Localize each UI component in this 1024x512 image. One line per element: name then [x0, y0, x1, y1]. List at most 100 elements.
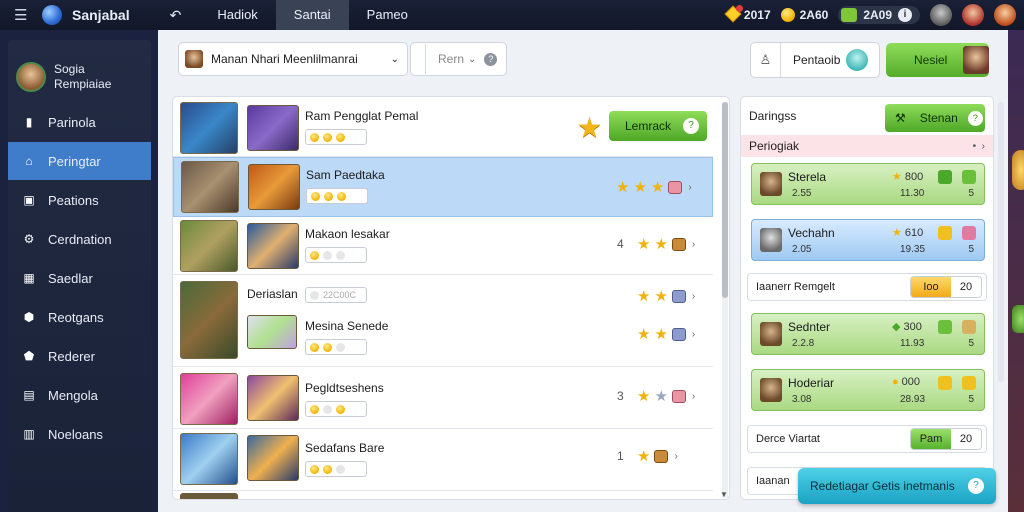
- top-bar: ☰ Sanjabal ↶ Hadiok Santai Pameo 2017 2A…: [0, 0, 1024, 30]
- coin-counter[interactable]: 2A60: [780, 8, 828, 22]
- app-title: Sanjabal: [72, 7, 130, 23]
- option-row: Derce Viartat Pam 20: [747, 425, 987, 453]
- rating: ★ ★ ›: [637, 388, 696, 405]
- list-item[interactable]: Pegldtseshens 3 ★ ★ ›: [173, 367, 713, 429]
- tab-hadiok[interactable]: Hadiok: [199, 0, 275, 30]
- notification-toast[interactable]: Redetiagar Getis inetmanis ?: [798, 468, 996, 504]
- decor-orb: [1012, 305, 1024, 333]
- favorite-star-icon[interactable]: ★: [577, 111, 602, 144]
- reward-card[interactable]: Sednter 2.2.8 ◆ 300 11.93 5: [751, 313, 985, 355]
- level-number: 1: [617, 449, 624, 463]
- tool-icon: [760, 228, 782, 252]
- panel-action-button[interactable]: ⚒ Stenan ?: [885, 104, 985, 132]
- next-button[interactable]: Nesiel: [886, 43, 989, 77]
- gem-icon: ◆: [892, 321, 901, 333]
- sidebar-item-peringtar[interactable]: ⌂ Peringtar: [8, 142, 151, 180]
- reward-card[interactable]: Vechahn 2.05 ★ 610 19.35 5: [751, 219, 985, 261]
- sidebar-item-peations[interactable]: ▣ Peations: [8, 181, 151, 219]
- friend-avatar-1[interactable]: [930, 4, 952, 26]
- list-item[interactable]: Ram Pengglat Pemal ★ Lemrack ?: [173, 97, 713, 157]
- sidebar-item-reotgans[interactable]: ⬢ Reotgans: [8, 298, 151, 336]
- chevron-down-icon[interactable]: ⌄: [391, 54, 399, 65]
- tab-santai[interactable]: Santai: [275, 0, 349, 30]
- info-icon[interactable]: i: [898, 8, 912, 22]
- toggle[interactable]: Pam 20: [910, 428, 982, 450]
- star-icon: ★: [654, 288, 668, 305]
- toggle[interactable]: Ioo 20: [910, 276, 982, 298]
- star-icon: ★: [637, 448, 651, 465]
- star-icon: ★: [633, 179, 647, 196]
- reward-pill: [306, 188, 368, 204]
- menu-icon[interactable]: ☰: [14, 6, 36, 24]
- list-item[interactable]: Makaon lesakar 4 ★ ★ ›: [173, 217, 713, 275]
- reward-pill: [305, 247, 367, 263]
- list-item[interactable]: Sedafans Bare 1 ★ ›: [173, 429, 713, 491]
- search-input[interactable]: Manan Nhari Meenlilmanrai ⌄: [178, 42, 408, 76]
- reward-card[interactable]: Hoderiar 3.08 ● 000 28.93 5: [751, 369, 985, 411]
- quest-title: Mesina Senede: [305, 319, 389, 333]
- hero-card: [247, 435, 299, 481]
- sidebar-item-saedlar[interactable]: ▦ Saedlar: [8, 259, 151, 297]
- reward-amount: ★ 800: [892, 170, 924, 184]
- list-item[interactable]: Sam Paedtaka ★ ★ ★ ›: [173, 157, 713, 217]
- quest-title: Ram Pengglat Pemal: [305, 109, 419, 123]
- tab-pameo[interactable]: Pameo: [349, 0, 426, 30]
- friend-avatar-2[interactable]: [962, 4, 984, 26]
- sidebar-item-cerdnation[interactable]: ⚙ Cerdnation: [8, 220, 151, 258]
- back-icon[interactable]: ↶: [170, 7, 182, 24]
- sidebar-item-mengola[interactable]: ▤ Mengola: [8, 376, 151, 414]
- avatar: [846, 49, 869, 71]
- quest-title: Deriaslan: [247, 287, 298, 301]
- filter-select[interactable]: Rern ⌄ ?: [410, 42, 507, 76]
- star-icon: [962, 376, 976, 390]
- partner-button[interactable]: ♙ Pentaoib: [750, 42, 880, 78]
- scroll-down-icon[interactable]: ▼: [720, 490, 728, 499]
- list-item[interactable]: Deriaslan 22C00C ★ ★ › Mesina Senede ★ ★ ›: [173, 275, 713, 367]
- profile[interactable]: Sogia Rempiaiae: [8, 40, 151, 102]
- launch-button[interactable]: Lemrack ?: [609, 111, 707, 141]
- level-number: 3: [617, 389, 624, 403]
- star-icon: ★: [637, 326, 651, 343]
- hero-card: [180, 220, 238, 272]
- pager-icon[interactable]: • ›: [973, 141, 985, 152]
- hero-card: [248, 164, 300, 210]
- hero-card: [247, 315, 297, 349]
- scrollbar[interactable]: [998, 102, 1004, 382]
- info-icon: ?: [683, 118, 700, 134]
- list-icon: ▣: [23, 193, 35, 207]
- quest-title: Sedafans Bare: [305, 441, 385, 455]
- avatar: [16, 62, 46, 92]
- chest-icon: [671, 327, 686, 341]
- chart-icon: ▤: [23, 388, 35, 402]
- sidebar-item-rederer[interactable]: ⬟ Rederer: [8, 337, 151, 375]
- friend-avatar-3[interactable]: [994, 4, 1016, 26]
- character-icon: [760, 172, 782, 196]
- help-icon[interactable]: ?: [484, 52, 498, 66]
- hero-card: [180, 373, 238, 425]
- gem-counter[interactable]: 2017: [724, 4, 771, 23]
- panel-title: Daringss: [749, 109, 797, 123]
- chest-icon: [654, 449, 669, 463]
- chest-icon: [668, 180, 683, 194]
- info-icon: ?: [967, 110, 983, 126]
- sidebar-item-parinola[interactable]: ▮ Parinola: [8, 103, 151, 141]
- star-icon: ★: [616, 179, 630, 196]
- character-icon: [760, 322, 782, 346]
- star-icon: [938, 376, 952, 390]
- reward-amount: ● 000: [892, 376, 921, 388]
- star-icon: ★: [637, 388, 651, 405]
- scrollbar[interactable]: [722, 102, 728, 498]
- settings-icon: ⚙: [23, 232, 35, 246]
- reward-amount: ◆ 300: [892, 320, 922, 334]
- quest-title: Pegldtseshens: [305, 381, 384, 395]
- reward-card[interactable]: Sterela 2.55 ★ 800 11.30 5: [751, 163, 985, 205]
- hero-card: [180, 281, 238, 359]
- reward-pill: [305, 339, 367, 355]
- hero-card: [180, 102, 238, 154]
- scrollbar-thumb[interactable]: [722, 102, 728, 298]
- energy-counter[interactable]: 2A09 i: [838, 6, 920, 24]
- info-icon[interactable]: ?: [968, 478, 984, 494]
- tool-icon: ⚒: [895, 111, 906, 125]
- sidebar-item-noeloans[interactable]: ▥ Noeloans: [8, 415, 151, 453]
- star-icon: ▮: [25, 115, 33, 129]
